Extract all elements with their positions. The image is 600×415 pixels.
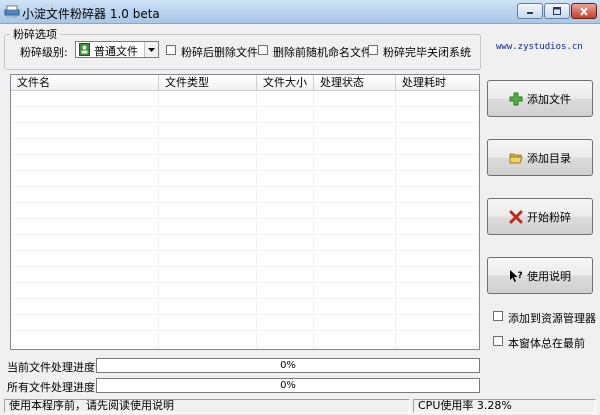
explorer-integration-checkbox[interactable] [493,311,503,321]
file-list-body[interactable] [11,91,479,349]
file-list[interactable]: 文件名 文件类型 文件大小 处理状态 处理耗时 [10,74,480,350]
minimize-icon [527,12,533,14]
window-title: 小淀文件粉碎器 1.0 beta [22,7,160,21]
file-type-icon [79,43,90,56]
minimize-button[interactable] [517,3,543,19]
explorer-integration-label: 添加到资源管理器 [508,312,596,325]
add-file-button[interactable]: 添加文件 [487,80,593,117]
all-progress-value: 0% [280,380,296,391]
grid-line [395,91,396,349]
rename-before-label: 删除前随机命名文件 [273,46,372,59]
shutdown-after-label: 粉碎完毕关闭系统 [383,46,471,59]
cross-icon [509,210,523,223]
shred-level-label: 粉碎级别: [20,46,68,59]
current-progress-value: 0% [280,360,296,371]
cpu-usage: CPU使用率 3.28% [413,399,596,413]
app-shredder-icon [4,5,20,18]
grid-line [158,91,159,349]
always-on-top-checkbox[interactable] [493,336,503,346]
shutdown-after-checkbox[interactable] [368,45,378,55]
start-shred-label: 开始粉碎 [527,210,571,224]
svg-text:?: ? [518,271,523,281]
column-header-elapsed[interactable]: 处理耗时 [396,75,479,91]
maximize-icon [553,7,561,15]
shred-level-select[interactable]: 普通文件 [75,41,159,58]
add-directory-button[interactable]: 添加目录 [487,139,593,176]
file-list-header: 文件名 文件类型 文件大小 处理状态 处理耗时 [11,75,479,91]
delete-after-label: 粉碎后删除文件 [181,46,258,59]
add-file-label: 添加文件 [527,92,571,106]
folder-open-icon [509,153,523,163]
maximize-button[interactable] [544,3,570,19]
help-label: 使用说明 [527,269,571,283]
column-header-name[interactable]: 文件名 [11,75,159,91]
shred-options-title: 粉碎选项 [10,26,60,42]
status-bar: 使用本程序前，请先阅读使用说明 CPU使用率 3.28% [0,398,600,415]
website-link[interactable]: www.zystudios.cn [496,42,583,52]
title-bar[interactable]: 小淀文件粉碎器 1.0 beta [0,0,600,24]
plus-icon [509,92,523,105]
current-progress-label: 当前文件处理进度 [7,361,95,374]
add-directory-label: 添加目录 [527,151,571,165]
close-icon [580,6,588,16]
shred-level-value: 普通文件 [94,45,138,58]
help-pointer-icon: ? [510,269,523,282]
grid-line [256,91,257,349]
column-header-status[interactable]: 处理状态 [314,75,396,91]
dropdown-arrow-button[interactable] [144,42,158,57]
help-button[interactable]: ? 使用说明 [487,257,593,294]
rename-before-checkbox[interactable] [258,45,268,55]
current-progress-bar: 0% [96,358,480,373]
grid-line [313,91,314,349]
column-header-type[interactable]: 文件类型 [159,75,257,91]
delete-after-checkbox[interactable] [166,45,176,55]
start-shred-button[interactable]: 开始粉碎 [487,198,593,235]
status-hint: 使用本程序前，请先阅读使用说明 [4,399,410,413]
chevron-down-icon [148,47,155,52]
all-progress-label: 所有文件处理进度 [7,381,95,394]
always-on-top-label: 本窗体总在最前 [508,337,585,350]
all-progress-bar: 0% [96,378,480,393]
column-header-size[interactable]: 文件大小 [257,75,314,91]
close-button[interactable] [571,3,597,19]
